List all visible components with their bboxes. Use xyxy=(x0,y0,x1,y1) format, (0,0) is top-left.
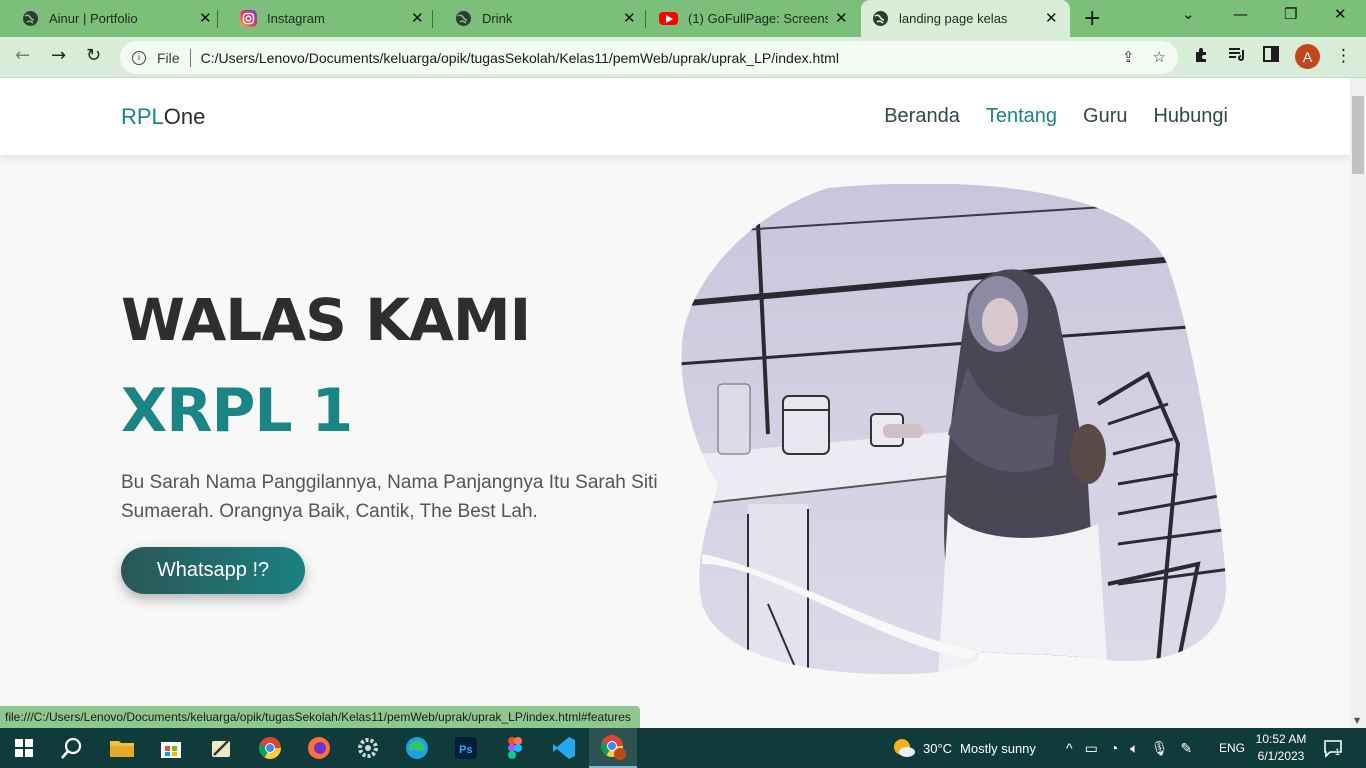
site-menu: Beranda Tentang Guru Hubungi xyxy=(884,105,1228,128)
divider xyxy=(189,48,191,67)
svg-text:Ps: Ps xyxy=(459,744,472,756)
scheme-label: File xyxy=(157,49,180,66)
new-tab-button[interactable]: + xyxy=(1083,6,1101,31)
browser-tab-active[interactable]: landing page kelas ✕ xyxy=(861,0,1070,37)
tab-title: Drink xyxy=(482,11,513,26)
close-tab-icon[interactable]: ✕ xyxy=(1045,10,1058,27)
side-panel-icon[interactable] xyxy=(1263,46,1279,67)
bookmark-star-icon[interactable]: ☆ xyxy=(1153,48,1166,66)
language-indicator[interactable]: ENG xyxy=(1219,728,1245,768)
close-tab-icon[interactable]: ✕ xyxy=(835,10,848,27)
chrome-icon[interactable] xyxy=(246,728,294,768)
brand-rest: One xyxy=(163,104,206,129)
whatsapp-button[interactable]: Whatsapp !? xyxy=(121,547,305,594)
volume-icon[interactable]: 🔈︎ xyxy=(1130,740,1138,757)
tab-search-icon[interactable]: ⌄ xyxy=(1182,5,1195,23)
browser-tab[interactable]: Drink ✕ xyxy=(433,0,646,37)
tab-title: (1) GoFullPage: Screensh xyxy=(688,11,828,26)
info-icon[interactable]: i xyxy=(132,50,146,65)
restore-icon[interactable]: ❐ xyxy=(1284,5,1297,23)
clock-time: 10:52 AM xyxy=(1255,732,1307,746)
forward-icon[interactable]: → xyxy=(51,45,66,66)
nav-beranda[interactable]: Beranda xyxy=(884,105,960,128)
site-navbar: RPLOne Beranda Tentang Guru Hubungi xyxy=(0,78,1350,155)
taskbar-clock[interactable]: 10:52 AM 6/1/2023 xyxy=(1252,731,1310,765)
weather-description: Mostly sunny xyxy=(960,740,1036,756)
browser-tab-strip: Ainur | Portfolio ✕ Instagram ✕ Drink ✕ … xyxy=(0,0,1366,37)
close-tab-icon[interactable]: ✕ xyxy=(411,10,424,27)
profile-avatar[interactable]: A xyxy=(1295,44,1320,69)
tab-title: landing page kelas xyxy=(899,11,1008,26)
settings-icon[interactable] xyxy=(344,728,392,768)
photoshop-icon[interactable]: Ps xyxy=(442,728,490,768)
vscode-icon[interactable] xyxy=(540,728,588,768)
instagram-icon xyxy=(240,10,257,27)
globe-icon xyxy=(22,10,39,27)
chevron-up-icon[interactable]: ^ xyxy=(1066,740,1073,756)
browser-toolbar: ← → ↻ i File C:/Users/Lenovo/Documents/k… xyxy=(0,37,1366,78)
search-icon[interactable] xyxy=(48,728,96,768)
media-queue-icon[interactable] xyxy=(1228,46,1246,67)
tab-title: Ainur | Portfolio xyxy=(49,11,138,26)
clock-date: 6/1/2023 xyxy=(1257,749,1305,763)
close-tab-icon[interactable]: ✕ xyxy=(623,10,636,27)
hero-title: WALAS KAMI xyxy=(121,286,531,354)
address-bar[interactable]: i File C:/Users/Lenovo/Documents/keluarg… xyxy=(120,41,1178,74)
firefox-icon[interactable] xyxy=(295,728,343,768)
globe-icon xyxy=(872,10,889,27)
figma-icon[interactable] xyxy=(491,728,539,768)
store-icon[interactable] xyxy=(147,728,195,768)
wifi-icon[interactable]: ◔ xyxy=(1110,740,1118,756)
writing-app-icon[interactable] xyxy=(197,728,245,768)
system-tray: ^ ▭ ◔ 🔈︎ 🎙︎ ✎ xyxy=(1066,728,1192,768)
page-viewport: RPLOne Beranda Tentang Guru Hubungi WALA… xyxy=(0,78,1350,728)
notifications-icon[interactable]: 1 xyxy=(1323,728,1342,768)
globe-icon xyxy=(455,10,472,27)
chrome-profile-icon[interactable] xyxy=(589,728,637,768)
back-icon[interactable]: ← xyxy=(15,45,30,66)
minimize-icon[interactable]: — xyxy=(1233,5,1248,23)
link-status-bubble: file:///C:/Users/Lenovo/Documents/keluar… xyxy=(0,706,640,728)
windows-taskbar: Ps 30°C Mostly sunny ^ ▭ ◔ 🔈︎ 🎙︎ ✎ ENG 1… xyxy=(0,728,1366,768)
nav-hubungi[interactable]: Hubungi xyxy=(1153,105,1228,128)
url-text[interactable]: C:/Users/Lenovo/Documents/keluarga/opik/… xyxy=(201,50,839,66)
weather-sun-icon xyxy=(894,739,915,757)
hero-description: Bu Sarah Nama Panggilannya, Nama Panjang… xyxy=(121,472,658,522)
nav-tentang[interactable]: Tentang xyxy=(986,105,1057,128)
start-icon[interactable] xyxy=(0,728,48,768)
extensions-icon[interactable] xyxy=(1193,46,1210,68)
edge-icon[interactable] xyxy=(393,728,441,768)
brand-accent: RPL xyxy=(121,104,164,129)
browser-tab[interactable]: Instagram ✕ xyxy=(218,0,433,37)
youtube-icon xyxy=(659,12,678,25)
weather-widget[interactable]: 30°C Mostly sunny xyxy=(892,728,1036,768)
teacher-photo xyxy=(681,184,1227,675)
notification-count: 1 xyxy=(1335,747,1341,757)
browser-tab[interactable]: (1) GoFullPage: Screensh ✕ xyxy=(646,0,859,37)
battery-icon[interactable]: ▭ xyxy=(1085,740,1098,757)
tab-title: Instagram xyxy=(267,11,325,26)
pen-icon[interactable]: ✎ xyxy=(1180,740,1192,757)
nav-guru[interactable]: Guru xyxy=(1083,105,1127,128)
menu-kebab-icon[interactable]: ⋮ xyxy=(1335,46,1352,66)
reload-icon[interactable]: ↻ xyxy=(86,45,101,66)
close-tab-icon[interactable]: ✕ xyxy=(199,10,212,27)
close-window-icon[interactable]: ✕ xyxy=(1334,5,1347,23)
file-explorer-icon[interactable] xyxy=(98,728,146,768)
scrollbar-thumb[interactable] xyxy=(1352,96,1364,174)
site-brand[interactable]: RPLOne xyxy=(121,104,205,130)
microphone-icon[interactable]: 🎙︎ xyxy=(1151,740,1169,757)
share-icon[interactable]: ⇪ xyxy=(1122,48,1135,66)
hero-subtitle: XRPL 1 xyxy=(121,376,353,446)
browser-tab[interactable]: Ainur | Portfolio ✕ xyxy=(0,0,218,37)
page-scrollbar[interactable]: ▼ xyxy=(1350,78,1366,728)
weather-temp: 30°C xyxy=(923,740,953,756)
scroll-down-icon[interactable]: ▼ xyxy=(1354,716,1360,725)
